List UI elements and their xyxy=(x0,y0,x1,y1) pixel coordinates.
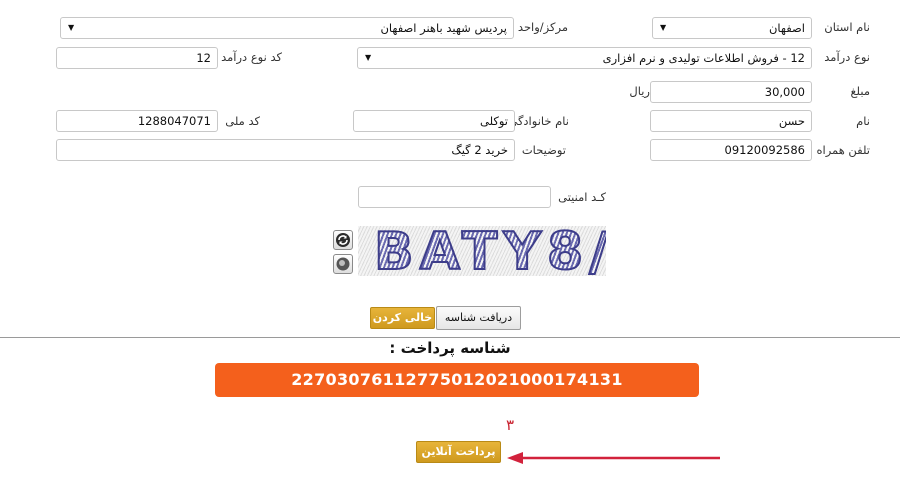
clear-form-button[interactable]: خالی کردن فرم xyxy=(370,307,435,344)
last-name-field[interactable]: توکلی xyxy=(353,110,515,132)
income-type-label: نوع درآمد xyxy=(824,50,870,64)
annotation-arrow xyxy=(507,452,720,464)
payment-id-box: 22703076112775012021000174131 xyxy=(215,363,699,397)
annotation-arrow-head xyxy=(507,452,523,464)
captcha-text: BATY8/ xyxy=(373,226,606,276)
chevron-down-icon: ▼ xyxy=(660,23,667,32)
mobile-field[interactable]: 09120092586 xyxy=(650,139,812,161)
income-code-field[interactable]: 12 xyxy=(56,47,218,69)
first-name-label: نام xyxy=(856,114,870,128)
payment-id-title: شناسه پرداخت : xyxy=(389,339,511,357)
audio-icon-glyph xyxy=(336,257,350,271)
chevron-down-icon: ▼ xyxy=(365,53,372,62)
refresh-icon-glyph xyxy=(336,233,350,247)
province-select[interactable]: اصفهان ▼ xyxy=(652,17,812,39)
center-select[interactable]: پردیس شهید باهنر اصفهان ▼ xyxy=(60,17,514,39)
amount-unit: ریال xyxy=(629,84,650,98)
amount-label: مبلغ xyxy=(850,84,870,98)
mobile-label: تلفن همراه xyxy=(816,143,870,157)
annotation-step-number: ۳ xyxy=(506,416,515,434)
section-divider xyxy=(0,337,900,338)
security-code-field[interactable] xyxy=(358,186,551,208)
income-code-label: کد نوع درآمد xyxy=(221,50,282,64)
province-value: اصفهان xyxy=(768,21,805,35)
center-value: پردیس شهید باهنر اصفهان xyxy=(380,21,507,35)
audio-icon[interactable] xyxy=(333,254,353,274)
security-code-label: کـد امنیتی xyxy=(558,190,606,204)
income-type-value: 12 - فروش اطلاعات تولیدی و نرم افزاری xyxy=(602,51,805,65)
description-label: توضیحات xyxy=(521,143,566,157)
amount-field[interactable]: 30,000 xyxy=(650,81,812,103)
national-code-label: کد ملی xyxy=(225,114,260,128)
center-label: مرکز/واحد xyxy=(517,20,568,34)
national-code-field[interactable]: 1288047071 xyxy=(56,110,218,132)
last-name-label: نام خانوادگی xyxy=(508,114,569,128)
first-name-field[interactable]: حسن xyxy=(650,110,812,132)
captcha-image: BATY8/ xyxy=(358,226,606,276)
income-type-select[interactable]: 12 - فروش اطلاعات تولیدی و نرم افزاری ▼ xyxy=(357,47,812,69)
refresh-icon[interactable] xyxy=(333,230,353,250)
description-field[interactable]: خرید 2 گیگ xyxy=(56,139,515,161)
province-label: نام استان xyxy=(824,20,870,34)
pay-online-button[interactable]: پرداخت آنلاین xyxy=(416,441,501,463)
chevron-down-icon: ▼ xyxy=(68,23,75,32)
get-id-button[interactable]: دریافت شناسه xyxy=(436,306,521,330)
